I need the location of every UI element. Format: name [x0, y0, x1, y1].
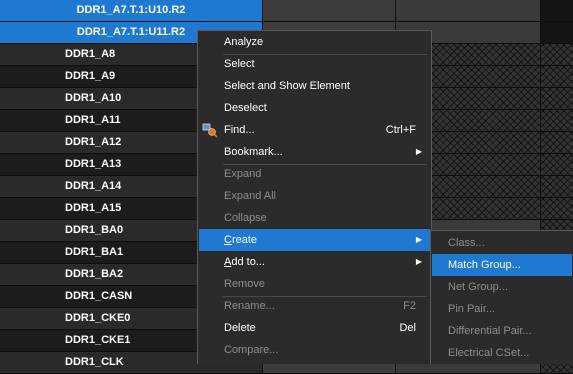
submenu-arrow-icon: ▶ [415, 235, 422, 244]
menu-item-label: Create [224, 234, 258, 246]
menu-item-expand-all[interactable]: Expand All [199, 185, 430, 207]
table-cell[interactable] [540, 44, 573, 65]
submenu-arrow-icon: ▶ [415, 147, 422, 156]
menu-item-add-to[interactable]: Add to... ▶ [199, 251, 430, 273]
menu-item-label: Find... [224, 124, 255, 136]
menu-item-label: Deselect [224, 102, 267, 114]
menu-item-label: Delete [224, 322, 256, 334]
menu-item-label: Compare... [224, 344, 279, 356]
menu-item-expand[interactable]: Expand [199, 163, 430, 185]
menu-item-delete[interactable]: Delete Del [199, 317, 430, 339]
create-submenu: Class... Match Group... Net Group... Pin Pa… [430, 230, 573, 364]
menu-item-select[interactable]: Select [199, 53, 430, 75]
menu-item-compare[interactable]: Compare... [199, 339, 430, 361]
menu-item-class[interactable]: Class... [432, 232, 572, 254]
table-cell[interactable] [540, 176, 573, 197]
menu-item-remove[interactable]: Remove [199, 273, 430, 295]
menu-item-label: Pin Pair... [448, 303, 496, 315]
find-icon [202, 122, 218, 138]
menu-item-differential-pair[interactable]: Differential Pair... [432, 320, 572, 342]
menu-item-label: Differential Pair... [448, 325, 532, 337]
menu-item-deselect[interactable]: Deselect [199, 97, 430, 119]
menu-item-shortcut: F2 [403, 300, 416, 312]
menu-item-label: Expand All [224, 190, 276, 202]
menu-item-label: Net Group... [448, 281, 508, 293]
menu-item-pin-pair[interactable]: Pin Pair... [432, 298, 572, 320]
menu-item-analyze[interactable]: Analyze [199, 31, 430, 53]
menu-item-collapse[interactable]: Collapse [199, 207, 430, 229]
table-cell[interactable] [540, 110, 573, 131]
menu-item-label: Remove [224, 278, 265, 290]
menu-item-rename[interactable]: Rename... F2 [199, 295, 430, 317]
menu-item-label: Match Group... [448, 259, 521, 271]
menu-item-label: Class... [448, 237, 485, 249]
menu-item-net-group[interactable]: Net Group... [432, 276, 572, 298]
submenu-arrow-icon: ▶ [415, 257, 422, 266]
menu-item-label: Bookmark... [224, 146, 283, 158]
menu-item-shortcut: Del [399, 322, 416, 334]
menu-item-label: Select and Show Element [224, 80, 350, 92]
menu-item-shortcut: Ctrl+F [385, 124, 416, 136]
menu-item-label: Select [224, 58, 255, 70]
table-row[interactable]: DDR1_A7.T.1:U10.R2 [0, 0, 573, 22]
menu-item-electrical-cset[interactable]: Electrical CSet... [432, 342, 572, 364]
table-cell[interactable] [395, 0, 540, 21]
table-cell[interactable] [262, 0, 395, 21]
table-cell[interactable] [540, 66, 573, 87]
menu-item-match-group[interactable]: Match Group... [432, 254, 572, 276]
table-cell[interactable] [540, 22, 573, 43]
table-cell[interactable] [540, 0, 573, 21]
menu-item-find[interactable]: Find... Ctrl+F [199, 119, 430, 141]
table-cell[interactable] [540, 88, 573, 109]
menu-item-bookmark[interactable]: Bookmark... ▶ [199, 141, 430, 163]
menu-item-label: Rename... [224, 300, 275, 312]
table-cell[interactable] [540, 154, 573, 175]
menu-item-label: Collapse [224, 212, 267, 224]
menu-item-select-and-show-element[interactable]: Select and Show Element [199, 75, 430, 97]
context-menu: Analyze Select Select and Show Element Dese… [197, 30, 432, 364]
menu-item-label: Electrical CSet... [448, 347, 530, 359]
net-name[interactable]: DDR1_A7.T.1:U10.R2 [0, 0, 262, 21]
table-cell[interactable] [540, 132, 573, 153]
menu-item-label: Add to... [224, 256, 265, 268]
menu-item-label: Analyze [224, 36, 264, 48]
table-cell[interactable] [540, 198, 573, 219]
menu-item-label: Expand [224, 168, 262, 180]
menu-item-create[interactable]: Create ▶ [199, 229, 430, 251]
